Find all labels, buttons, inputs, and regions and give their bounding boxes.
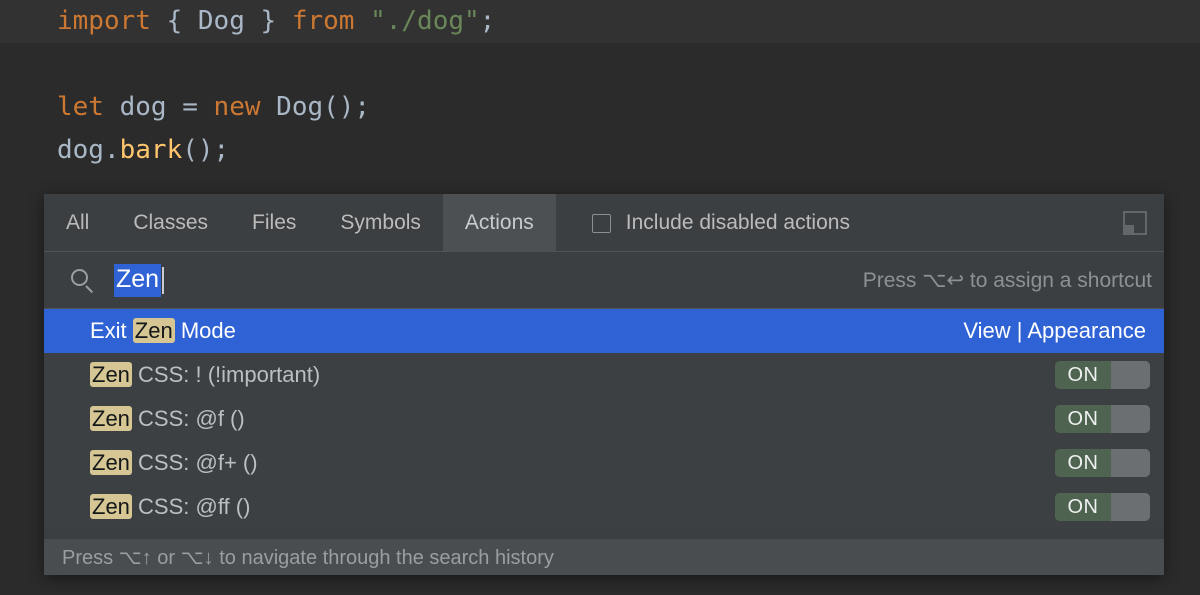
toggle-on-label: ON	[1055, 449, 1111, 477]
code-token: from	[292, 6, 355, 36]
code-token: ();	[182, 135, 229, 165]
result-label: Exit Zen Mode	[90, 318, 236, 344]
tab-files[interactable]: Files	[230, 194, 318, 252]
tab-label: All	[66, 211, 89, 235]
match-highlight: Zen	[90, 494, 132, 519]
code-token: { Dog }	[167, 6, 292, 36]
tab-spacer	[556, 194, 588, 252]
tab-group: All Classes Files Symbols Actions	[44, 194, 556, 252]
search-icon	[70, 268, 96, 294]
text-caret	[162, 267, 164, 294]
assign-shortcut-hint: Press ⌥↩ to assign a shortcut	[863, 268, 1152, 293]
results-list[interactable]: Exit Zen Mode View | Appearance Zen CSS: !…	[44, 309, 1164, 529]
tab-symbols[interactable]: Symbols	[318, 194, 443, 252]
search-history-hint: Press ⌥↑ or ⌥↓ to navigate through the s…	[44, 539, 1164, 575]
result-toggle-switch[interactable]: ON	[1055, 449, 1150, 477]
checkbox-box[interactable]	[592, 214, 611, 233]
toggle-on-label: ON	[1055, 361, 1111, 389]
match-highlight: Zen	[90, 450, 132, 475]
tab-all[interactable]: All	[44, 194, 111, 252]
code-line: import { Dog } from "./dog";	[0, 0, 1200, 43]
match-highlight: Zen	[90, 362, 132, 387]
result-location: View | Appearance	[963, 318, 1154, 344]
result-row[interactable]: Zen CSS: @f () ON	[44, 397, 1164, 441]
result-toggle-switch[interactable]: ON	[1055, 361, 1150, 389]
code-line: let dog = new Dog();	[0, 86, 1200, 129]
window-icon-corner	[1125, 225, 1134, 233]
code-token	[354, 6, 370, 36]
code-line	[0, 43, 1200, 86]
result-label: Zen CSS: @f ()	[90, 406, 245, 432]
search-everywhere-popup: All Classes Files Symbols Actions Include di…	[44, 194, 1164, 575]
code-token	[151, 6, 167, 36]
code-token: dog.	[57, 135, 120, 165]
match-highlight: Zen	[90, 406, 132, 431]
result-label: Zen CSS: @ff ()	[90, 494, 250, 520]
match-highlight: Zen	[133, 318, 175, 343]
tab-label: Symbols	[340, 211, 421, 235]
code-token: "./dog"	[370, 6, 480, 36]
tabbar-right-spacer	[854, 194, 1123, 252]
search-history-hint-text: Press ⌥↑ or ⌥↓ to navigate through the s…	[62, 545, 554, 570]
toggle-knob	[1111, 361, 1150, 389]
code-token: ;	[480, 6, 496, 36]
code-token: import	[57, 6, 151, 36]
tab-label: Classes	[133, 211, 208, 235]
result-toggle-switch[interactable]: ON	[1055, 493, 1150, 521]
include-disabled-actions-label: Include disabled actions	[626, 211, 850, 235]
result-label: Zen CSS: ! (!important)	[90, 362, 320, 388]
toggle-knob	[1111, 405, 1150, 433]
tab-label: Actions	[465, 211, 534, 235]
tab-label: Files	[252, 211, 296, 235]
search-input[interactable]: Zen	[114, 264, 164, 297]
search-row[interactable]: Zen Press ⌥↩ to assign a shortcut	[44, 252, 1164, 309]
code-token: new	[214, 92, 261, 122]
result-row[interactable]: Exit Zen Mode View | Appearance	[44, 309, 1164, 353]
result-label: Zen CSS: @f+ ()	[90, 450, 258, 476]
toggle-knob	[1111, 493, 1150, 521]
result-row[interactable]: Zen CSS: ! (!important) ON	[44, 353, 1164, 397]
popup-tab-bar: All Classes Files Symbols Actions Include di…	[44, 194, 1164, 252]
include-disabled-actions-checkbox[interactable]: Include disabled actions	[588, 194, 854, 252]
code-line: dog.bark();	[0, 129, 1200, 172]
code-token: Dog();	[261, 92, 371, 122]
separate-window-icon[interactable]	[1123, 211, 1147, 235]
search-input-value: Zen	[114, 264, 161, 297]
code-token: let	[57, 92, 104, 122]
code-token: bark	[120, 135, 183, 165]
toggle-knob	[1111, 449, 1150, 477]
result-toggle-switch[interactable]: ON	[1055, 405, 1150, 433]
result-row[interactable]: Zen CSS: @f+ () ON	[44, 441, 1164, 485]
tab-classes[interactable]: Classes	[111, 194, 230, 252]
code-token: dog =	[104, 92, 214, 122]
search-icon-handle	[85, 285, 93, 293]
tab-actions[interactable]: Actions	[443, 194, 556, 252]
result-row[interactable]: Zen CSS: @ff () ON	[44, 485, 1164, 529]
toggle-on-label: ON	[1055, 405, 1111, 433]
search-icon-ring	[71, 269, 88, 286]
toggle-on-label: ON	[1055, 493, 1111, 521]
